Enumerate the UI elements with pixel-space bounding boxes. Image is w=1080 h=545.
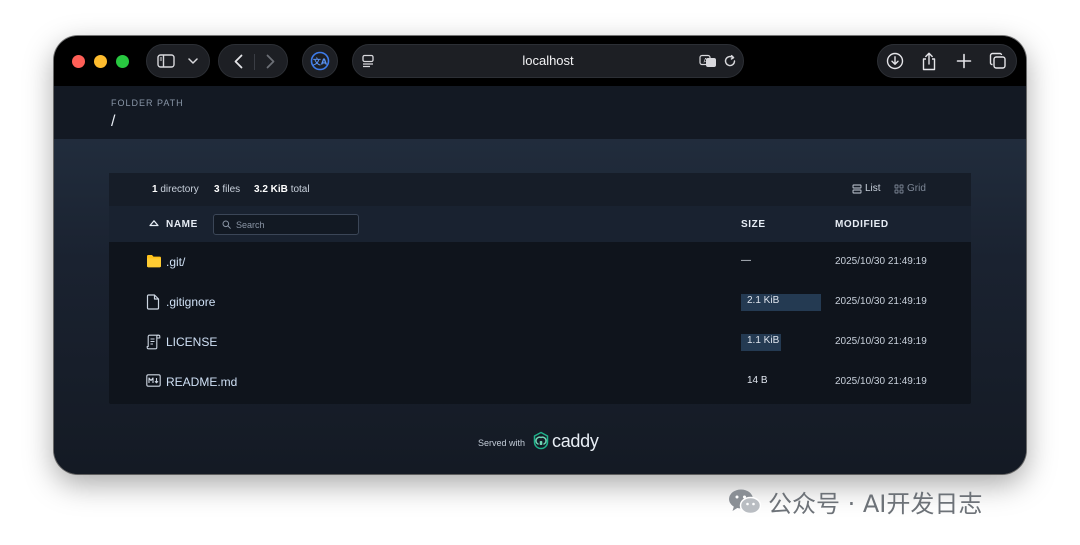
reload-icon[interactable] xyxy=(721,45,739,77)
served-with-text: Served with xyxy=(478,438,526,448)
list-view-button[interactable]: List xyxy=(852,183,881,194)
file-modified: 2025/10/30 21:49:19 xyxy=(835,376,927,387)
folder-header: FOLDER PATH / xyxy=(54,86,1026,139)
table-header: NAME SIZE MODIFIED xyxy=(109,206,971,242)
back-button[interactable] xyxy=(225,45,251,77)
address-text: localhost xyxy=(522,53,574,68)
search-input[interactable] xyxy=(236,217,354,232)
file-modified: 2025/10/30 21:49:19 xyxy=(835,296,927,307)
translate-icon[interactable]: A xyxy=(697,45,719,77)
table-row[interactable]: LICENSE 1.1 KiB 2025/10/30 21:49:19 xyxy=(109,322,971,362)
listing-summary: 1 directory 3 files 3.2 KiB total List G… xyxy=(109,173,971,206)
file-count: 3 files xyxy=(214,184,241,195)
wechat-icon xyxy=(729,489,762,514)
file-modified: 2025/10/30 21:49:19 xyxy=(835,256,927,267)
caddy-link[interactable]: caddy xyxy=(552,431,599,452)
downloads-icon[interactable] xyxy=(882,45,908,77)
nav-divider xyxy=(254,54,255,70)
file-size: 14 B xyxy=(747,375,768,386)
file-size: — xyxy=(741,255,751,266)
grid-view-button[interactable]: Grid xyxy=(894,183,926,194)
column-name[interactable]: NAME xyxy=(166,219,198,230)
browser-toolbar: 文A localhost A xyxy=(54,36,1026,86)
list-icon xyxy=(852,184,862,193)
share-icon[interactable] xyxy=(916,45,942,77)
file-name-link[interactable]: .git/ xyxy=(166,255,185,269)
file-size: 2.1 KiB xyxy=(747,295,780,306)
page-footer: Served with caddy xyxy=(54,431,1026,455)
listing-panel: 1 directory 3 files 3.2 KiB total List G… xyxy=(109,173,971,404)
watermark-text: 公众号 · AI开发日志 xyxy=(768,490,983,518)
close-window-button[interactable] xyxy=(72,55,85,68)
markdown-icon xyxy=(146,374,161,387)
file-size: 1.1 KiB xyxy=(747,335,780,346)
folder-path[interactable]: / xyxy=(111,113,115,131)
browser-window: 文A localhost A FOLDER PATH / 1 directory… xyxy=(54,36,1026,474)
minimize-window-button[interactable] xyxy=(94,55,107,68)
wechat-watermark: 公众号 · AI开发日志 xyxy=(728,484,982,519)
file-name-link[interactable]: LICENSE xyxy=(166,335,217,349)
search-field[interactable] xyxy=(213,214,359,235)
directory-count: 1 directory xyxy=(152,184,199,195)
folder-icon xyxy=(147,255,161,268)
sidebar-icon[interactable] xyxy=(155,45,177,77)
page-content: FOLDER PATH / 1 directory 3 files 3.2 Ki… xyxy=(54,86,1026,474)
tab-overview-icon[interactable] xyxy=(985,45,1011,77)
search-icon xyxy=(222,220,231,229)
chevron-right-icon xyxy=(266,54,274,68)
total-size: 3.2 KiB total xyxy=(254,184,310,195)
extension-button[interactable]: 文A xyxy=(302,44,338,78)
sidebar-toggle-group xyxy=(146,44,210,78)
zoom-window-button[interactable] xyxy=(116,55,129,68)
table-row[interactable]: .git/ — 2025/10/30 21:49:19 xyxy=(109,242,971,282)
toolbar-actions-group xyxy=(877,44,1017,78)
column-size[interactable]: SIZE xyxy=(741,219,766,230)
file-name-link[interactable]: README.md xyxy=(166,375,237,389)
caddy-logo-icon xyxy=(533,431,549,450)
chevron-left-icon xyxy=(234,54,242,68)
navigation-group xyxy=(218,44,288,78)
chevron-down-icon[interactable] xyxy=(183,45,203,77)
sort-ascending-icon[interactable] xyxy=(149,219,159,227)
grid-icon xyxy=(894,184,904,193)
file-name-link[interactable]: .gitignore xyxy=(166,295,215,309)
file-icon xyxy=(146,294,160,310)
table-row[interactable]: .gitignore 2.1 KiB 2025/10/30 21:49:19 xyxy=(109,282,971,322)
translate-extension-icon: 文A xyxy=(308,45,332,77)
svg-text:文A: 文A xyxy=(313,57,328,67)
column-modified[interactable]: MODIFIED xyxy=(835,219,889,230)
address-bar[interactable]: localhost A xyxy=(352,44,744,78)
table-row[interactable]: README.md 14 B 2025/10/30 21:49:19 xyxy=(109,362,971,402)
license-icon xyxy=(146,334,161,350)
new-tab-icon[interactable] xyxy=(951,45,977,77)
forward-button[interactable] xyxy=(257,45,283,77)
folder-path-label: FOLDER PATH xyxy=(111,98,184,108)
file-modified: 2025/10/30 21:49:19 xyxy=(835,336,927,347)
